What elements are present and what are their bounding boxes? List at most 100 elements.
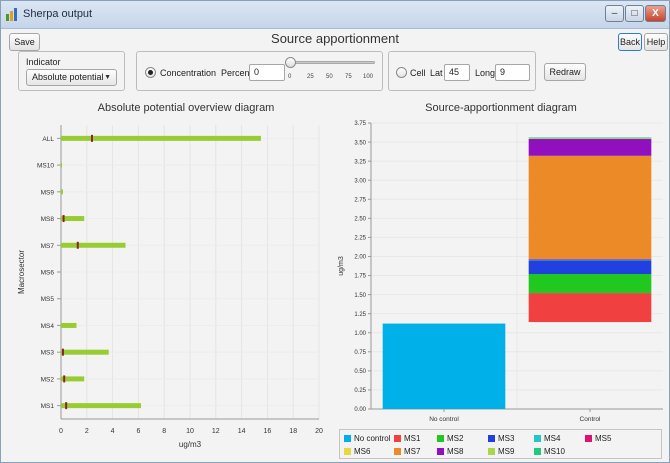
bar-ms1	[61, 403, 141, 409]
cell-label: Cell	[410, 68, 426, 78]
lat-input[interactable]: 45	[444, 64, 470, 81]
indicator-select-value: Absolute potential	[32, 72, 104, 82]
x-tick-label: 6	[136, 428, 140, 435]
y-tick-label: MS10	[37, 163, 54, 170]
y-tick-label: MS2	[41, 376, 55, 383]
y-axis-label: ug/m3	[338, 256, 345, 276]
y-axis-label: Macrosector	[17, 250, 26, 294]
y-tick-label: MS8	[41, 216, 55, 223]
y-tick-label: 0.50	[354, 369, 366, 375]
concentration-group: Concentration Percentile 0 0 25 50 75 10…	[136, 51, 383, 91]
legend-label: MS1	[404, 434, 421, 443]
stacked-segment-ms9-control	[528, 138, 652, 140]
slider-tick-25: 25	[307, 74, 314, 80]
y-tick-label: 2.00	[354, 255, 366, 261]
title-bar: Sherpa output – □ X	[1, 1, 669, 29]
y-tick-label: 0.25	[354, 388, 366, 394]
legend-label: No control	[354, 434, 391, 443]
stacked-segment-ms3-control	[528, 260, 652, 275]
legend-swatch	[394, 435, 401, 442]
maximize-button[interactable]: □	[625, 5, 644, 22]
legend-item-ms6: MS6	[344, 447, 370, 456]
legend-swatch	[344, 435, 351, 442]
lat-label: Lat	[430, 68, 443, 78]
legend-label: MS5	[595, 434, 612, 443]
minimize-button[interactable]: –	[605, 5, 624, 22]
bar-ms9	[61, 189, 63, 195]
percentile-input[interactable]: 0	[249, 64, 285, 81]
legend-item-ms4: MS4	[534, 434, 560, 443]
back-button[interactable]: Back	[618, 33, 642, 51]
stacked-segment-ms5-control	[528, 258, 652, 260]
indicator-label: Indicator	[26, 57, 61, 67]
x-tick-label: 12	[212, 428, 220, 435]
y-tick-label: MS1	[41, 403, 55, 410]
x-tick-label: 20	[315, 428, 323, 435]
y-tick-label: 0.00	[354, 407, 366, 413]
y-tick-label: MS5	[41, 296, 55, 303]
legend-swatch	[437, 448, 444, 455]
marker-ms8	[62, 215, 65, 223]
close-button[interactable]: X	[645, 5, 666, 22]
apportionment-chart: 0.00 0.25 0.50 0.75 1.00 1.25 1.50 1.75 2.00 2.25…	[338, 121, 663, 423]
legend-item-ms1: MS1	[394, 434, 420, 443]
stacked-segment-ms10-control	[528, 137, 652, 139]
percentile-slider-track[interactable]	[290, 61, 375, 64]
x-tick-label: 0	[59, 428, 63, 435]
stacked-segment-ms2-control	[528, 274, 652, 294]
help-button[interactable]: Help	[644, 33, 668, 51]
y-tick-label: MS9	[41, 189, 55, 196]
concentration-label: Concentration	[160, 68, 217, 78]
stacked-segment-no-control-no-control	[382, 323, 506, 409]
legend-swatch	[488, 435, 495, 442]
y-tick-label: 3.75	[354, 121, 366, 127]
stacked-segment-ms8-control	[528, 139, 652, 156]
app-icon	[6, 8, 17, 21]
y-tick-label: 1.50	[354, 293, 366, 299]
legend-label: MS10	[544, 447, 565, 456]
y-tick-label: 1.25	[354, 312, 366, 318]
apportionment-legend: No control MS1 MS2 MS3 MS4 MS5 MS6 MS7 MS8 MS9 MS1…	[339, 429, 662, 459]
y-tick-label: 1.75	[354, 274, 366, 280]
legend-item-ms2: MS2	[437, 434, 463, 443]
legend-item-ms3: MS3	[488, 434, 514, 443]
apportionment-chart-title: Source-apportionment diagram	[425, 102, 577, 114]
x-axis-label: ug/m3	[179, 440, 202, 449]
marker-ms2	[63, 375, 66, 383]
legend-swatch	[437, 435, 444, 442]
bar-ms7	[61, 242, 126, 248]
legend-item-ms10: MS10	[534, 447, 565, 456]
y-tick-label: 0.75	[354, 350, 366, 356]
chevron-down-icon: ▼	[104, 74, 111, 81]
sherpa-output-window: Sherpa output – □ X Save Source apportio…	[0, 0, 670, 463]
x-tick-label: No control	[429, 416, 459, 423]
marker-ms7	[76, 241, 79, 249]
slider-tick-75: 75	[345, 74, 352, 80]
long-input[interactable]: 9	[495, 64, 530, 81]
concentration-radio[interactable]	[145, 67, 156, 78]
window-title: Sherpa output	[23, 8, 93, 20]
bar-ms4	[61, 322, 77, 328]
legend-label: MS8	[447, 447, 464, 456]
marker-ms1	[65, 402, 68, 410]
cell-radio[interactable]	[396, 67, 407, 78]
y-tick-label: ALL	[42, 136, 54, 143]
y-tick-label: MS4	[41, 323, 55, 330]
overview-chart-title: Absolute potential overview diagram	[97, 102, 275, 114]
legend-swatch	[394, 448, 401, 455]
percentile-slider-thumb[interactable]	[285, 57, 296, 68]
x-tick-label: 14	[238, 428, 246, 435]
legend-label: MS9	[498, 447, 515, 456]
x-tick-label: 16	[264, 428, 272, 435]
y-tick-label: 3.50	[354, 140, 366, 146]
y-tick-label: MS3	[41, 350, 55, 357]
redraw-button[interactable]: Redraw	[544, 63, 586, 81]
indicator-select[interactable]: Absolute potential ▼	[26, 69, 117, 86]
x-tick-label: 4	[111, 428, 115, 435]
x-tick-label: 10	[186, 428, 194, 435]
x-tick-label: Control	[580, 416, 602, 423]
legend-swatch	[585, 435, 592, 442]
legend-label: MS6	[354, 447, 371, 456]
radio-selected-dot	[148, 70, 153, 75]
legend-item-no-control: No control	[344, 434, 390, 443]
